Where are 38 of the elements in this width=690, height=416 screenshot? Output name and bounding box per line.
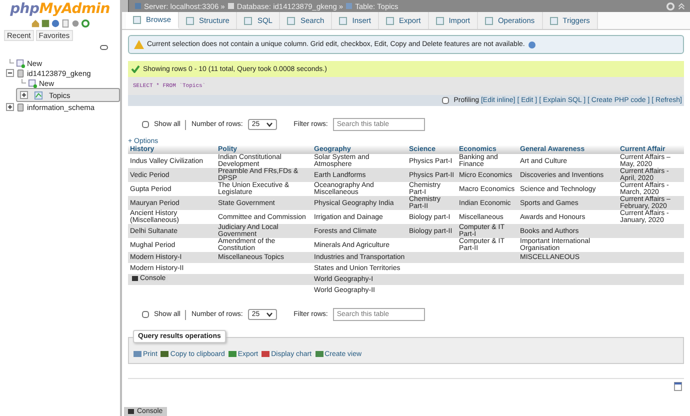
new-icon — [16, 58, 25, 68]
home-icon[interactable] — [30, 19, 40, 28]
action-icon — [261, 350, 270, 358]
warning-icon — [134, 40, 144, 49]
page-icon — [244, 16, 252, 24]
page-icon — [339, 16, 348, 24]
action-icon — [133, 350, 142, 358]
show-all-checkbox[interactable] — [142, 121, 149, 128]
bookmark-icon[interactable] — [674, 382, 682, 391]
new-icon — [28, 78, 37, 88]
page-icon — [186, 16, 194, 24]
page-icon — [484, 16, 493, 24]
caret-icon — [266, 312, 273, 317]
help-icon[interactable] — [50, 19, 60, 28]
profiling-checkbox[interactable] — [442, 97, 449, 104]
terminal-icon — [132, 276, 138, 281]
help-icon[interactable] — [528, 40, 536, 48]
expand-icon[interactable] — [20, 91, 28, 99]
logo[interactable]: phpMyAdmin — [10, 1, 110, 17]
page-icon — [550, 16, 558, 24]
table-icon — [34, 90, 43, 100]
checkmark-icon — [131, 65, 140, 73]
page-icon — [386, 16, 394, 24]
page-icon — [287, 16, 296, 24]
page-icon — [436, 16, 444, 24]
page-icon — [133, 16, 141, 24]
terminal-icon — [128, 409, 134, 414]
action-icon — [228, 350, 237, 358]
server-icon — [134, 2, 142, 10]
action-icon — [160, 350, 170, 358]
link-icon[interactable] — [100, 45, 108, 50]
document-icon[interactable] — [60, 19, 70, 28]
collapse-icon[interactable] — [6, 69, 14, 77]
table-icon — [345, 2, 354, 10]
show-all-checkbox[interactable] — [142, 311, 149, 318]
caret-icon — [266, 122, 273, 127]
expand-icon[interactable] — [6, 103, 14, 111]
action-icon — [314, 350, 324, 358]
